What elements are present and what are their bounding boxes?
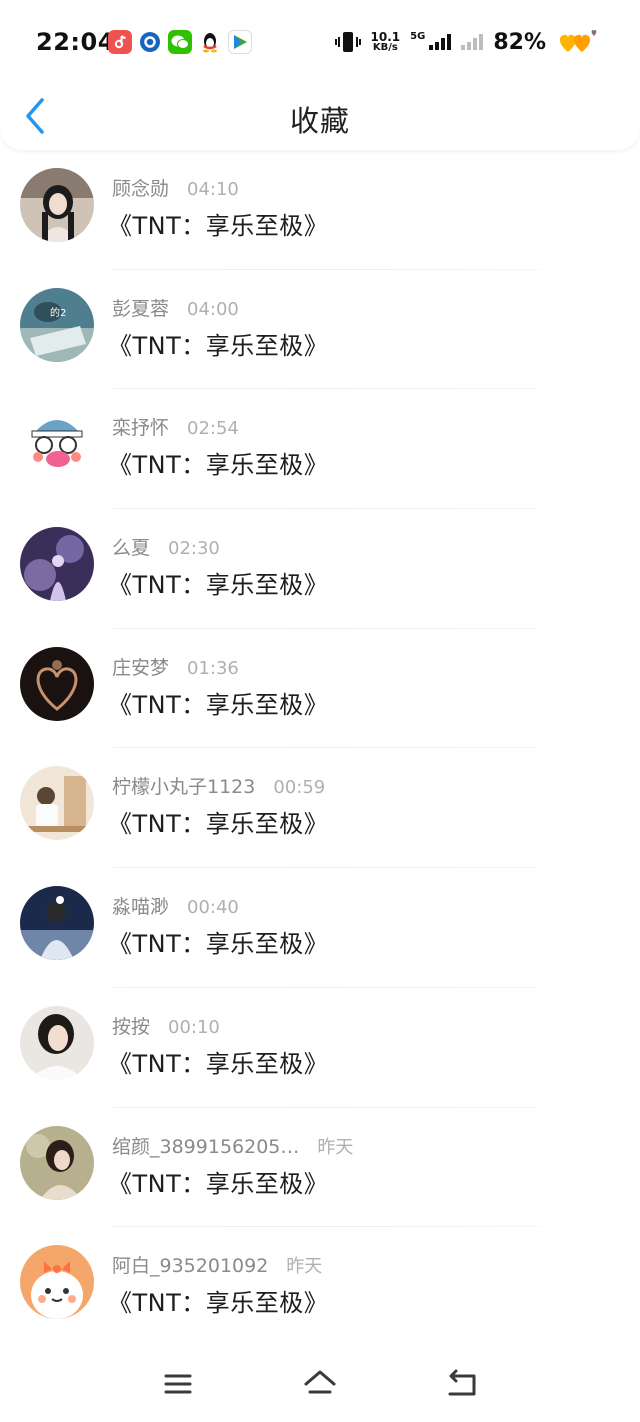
svg-text:的2: 的2	[50, 306, 66, 319]
item-meta: 柠檬小丸子1123 00:59	[112, 772, 325, 799]
user-name: 栾抒怀	[112, 417, 170, 440]
favorite-content: 《TNT：享乐至极》	[108, 331, 329, 360]
list-item[interactable]: 顾念勋 04:10 《TNT：享乐至极》	[0, 150, 640, 270]
video-app-icon	[228, 30, 252, 54]
favorite-content: 《TNT：享乐至极》	[108, 930, 329, 959]
menu-button[interactable]	[158, 1364, 198, 1404]
favorite-content: 《TNT：享乐至极》	[108, 1169, 329, 1198]
list-item[interactable]: 按按 00:10 《TNT：享乐至极》	[0, 988, 640, 1108]
user-name: 顾念勋	[112, 178, 170, 200]
notification-icons	[108, 30, 252, 54]
avatar[interactable]	[20, 766, 94, 841]
back-nav-button[interactable]	[442, 1364, 482, 1404]
timestamp: 02:54	[187, 418, 239, 440]
timestamp: 04:10	[187, 179, 239, 200]
status-time: 22:04	[36, 28, 115, 56]
back-icon	[448, 1369, 476, 1396]
item-meta: 顾念勋 04:10	[112, 174, 239, 201]
avatar[interactable]	[20, 1005, 94, 1080]
list-item[interactable]: 么夏 02:30 《TNT：享乐至极》	[0, 509, 640, 629]
avatar[interactable]	[20, 527, 94, 602]
item-meta: 庄安梦 01:36	[112, 653, 239, 680]
network-type: 5G	[410, 30, 426, 42]
network-speed: 10.1 KB/s	[371, 31, 401, 53]
hearts-battery-icon	[559, 30, 597, 52]
home-icon	[304, 1370, 336, 1394]
list-item[interactable]: 柠檬小丸子1123 00:59 《TNT：享乐至极》	[0, 748, 640, 869]
avatar[interactable]	[20, 1245, 94, 1320]
vibrate-icon	[334, 32, 361, 52]
battery-level: 82%	[493, 29, 546, 55]
network-speed-unit: KB/s	[372, 42, 398, 53]
page-title: 收藏	[289, 104, 350, 138]
user-name: 庄安梦	[112, 656, 170, 679]
page-header: 收藏	[0, 84, 640, 150]
favorite-content: 《TNT：享乐至极》	[108, 1049, 329, 1078]
secondary-signal-icon	[461, 34, 484, 50]
timestamp: 00:59	[273, 777, 326, 799]
wechat-icon	[168, 30, 192, 54]
list-item[interactable]: 淼喵渺 00:40 《TNT：享乐至极》	[0, 868, 640, 988]
user-name: 彭夏蓉	[112, 297, 170, 320]
list-item[interactable]: 庄安梦 01:36 《TNT：享乐至极》	[0, 629, 640, 749]
qq-icon	[198, 30, 222, 54]
timestamp: 昨天	[317, 1136, 354, 1158]
timestamp: 01:36	[187, 657, 239, 679]
item-meta: 栾抒怀 02:54	[112, 413, 239, 440]
favorite-content: 《TNT：享乐至极》	[108, 1289, 329, 1318]
user-name: 么夏	[112, 537, 151, 560]
item-meta: 么夏 02:30	[112, 533, 220, 560]
timestamp: 00:40	[187, 897, 239, 919]
timestamp: 02:30	[168, 538, 220, 560]
status-bar: 22:04 10.1 KB/s 5G 82%	[0, 0, 640, 84]
user-name: 柠檬小丸子1123	[112, 776, 256, 799]
user-name: 淼喵渺	[112, 896, 170, 919]
item-meta: 彭夏蓉 04:00	[112, 294, 239, 321]
item-meta: 按按 00:10	[112, 1012, 220, 1039]
favorite-content: 《TNT：享乐至极》	[108, 212, 329, 240]
timestamp: 00:10	[168, 1016, 220, 1038]
user-name: 阿白_935201092	[112, 1255, 269, 1278]
user-name: 按按	[112, 1015, 151, 1038]
avatar[interactable]	[20, 168, 94, 242]
user-name: 绾颜_3899156205…	[112, 1135, 300, 1158]
timestamp: 昨天	[286, 1256, 323, 1278]
menu-icon	[164, 1374, 192, 1394]
favorite-content: 《TNT：享乐至极》	[108, 571, 329, 600]
avatar[interactable]	[20, 1125, 94, 1200]
list-item[interactable]: 栾抒怀 02:54 《TNT：享乐至极》	[0, 389, 640, 510]
avatar[interactable]	[20, 646, 94, 721]
favorites-screen: 22:04 10.1 KB/s 5G 82% 收藏 顾念勋 04:10 《TNT…	[0, 0, 640, 1422]
favorite-content: 《TNT：享乐至极》	[108, 810, 329, 839]
list-item[interactable]: 绾颜_3899156205… 昨天 《TNT：享乐至极》	[0, 1108, 640, 1228]
list-item[interactable]: 阿白_935201092 昨天 《TNT：享乐至极》	[0, 1227, 640, 1347]
status-indicators: 10.1 KB/s 5G 82%	[334, 26, 600, 58]
item-meta: 淼喵渺 00:40	[112, 892, 239, 919]
item-meta: 绾颜_3899156205… 昨天	[112, 1132, 353, 1159]
blue-circle-app-icon	[138, 30, 162, 54]
douyin-icon	[108, 30, 132, 54]
favorites-list: 顾念勋 04:10 《TNT：享乐至极》 的2 彭夏蓉 04:00 《TNT：享…	[0, 150, 640, 1347]
signal-strength-icon	[429, 34, 452, 50]
item-meta: 阿白_935201092 昨天	[112, 1251, 322, 1278]
navigation-bar	[0, 1340, 640, 1422]
list-item[interactable]: 的2 彭夏蓉 04:00 《TNT：享乐至极》	[0, 270, 640, 390]
avatar[interactable]: 的2	[20, 287, 94, 362]
home-button[interactable]	[300, 1364, 340, 1404]
favorite-content: 《TNT：享乐至极》	[108, 690, 329, 719]
timestamp: 04:00	[187, 298, 239, 320]
favorite-content: 《TNT：享乐至极》	[108, 451, 329, 480]
avatar[interactable]	[20, 407, 94, 482]
avatar[interactable]	[20, 886, 94, 961]
